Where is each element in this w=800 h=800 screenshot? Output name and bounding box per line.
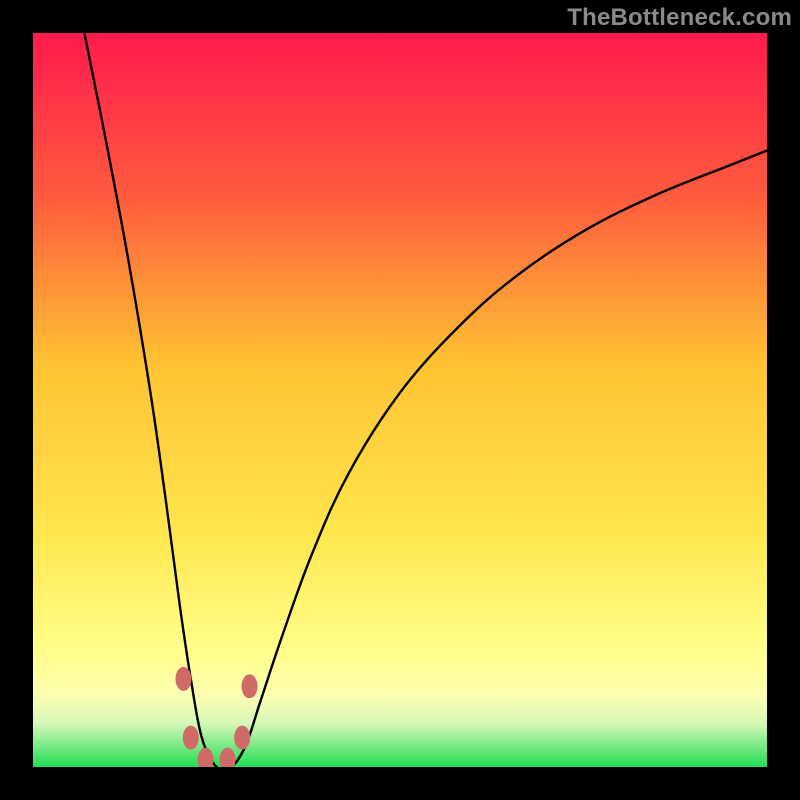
watermark-text: TheBottleneck.com <box>567 4 792 32</box>
chart-svg <box>33 33 767 767</box>
curve-marker <box>183 726 199 750</box>
plot-area <box>33 33 767 767</box>
curve-marker <box>234 726 250 750</box>
gradient-background <box>33 33 767 767</box>
curve-marker <box>175 667 191 691</box>
chart-frame: TheBottleneck.com <box>0 0 800 800</box>
curve-marker <box>242 674 258 698</box>
